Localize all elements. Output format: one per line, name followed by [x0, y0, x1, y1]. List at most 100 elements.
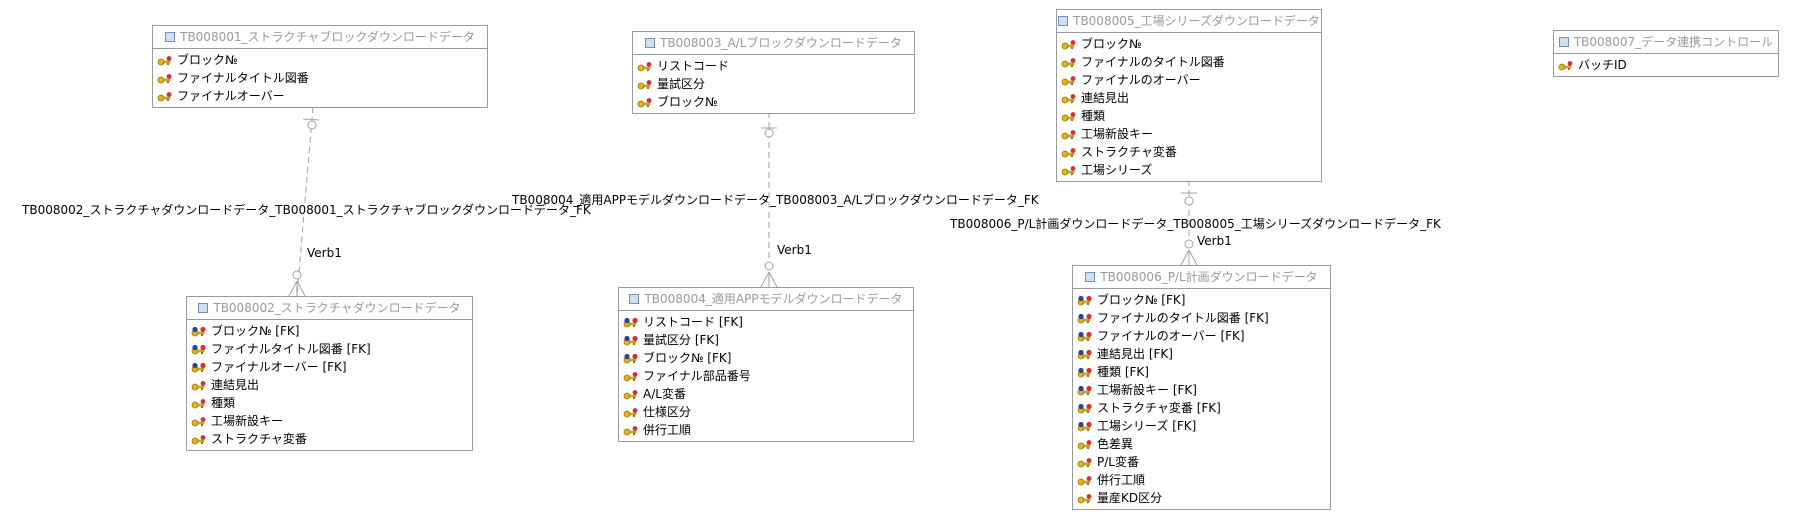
attribute-row[interactable]: 併行工順 [623, 421, 913, 439]
table-icon [1085, 271, 1096, 282]
attribute-row[interactable]: P/L変番 [1077, 453, 1330, 471]
foreign-key-icon [1077, 366, 1093, 378]
primary-key-icon [1061, 164, 1077, 176]
attribute-row[interactable]: ファイナルタイトル図番 [157, 69, 487, 87]
attribute-name: 連結見出 [FK] [1097, 347, 1173, 361]
primary-key-icon [623, 424, 639, 436]
primary-key-icon [1061, 38, 1077, 50]
attribute-row[interactable]: ファイナルのタイトル図番 [1061, 53, 1321, 71]
attribute-row[interactable]: 色差異 [1077, 435, 1330, 453]
entity-tb008005[interactable]: TB008005_工場シリーズダウンロードデータ ブロック№ ファイナルのタイトル… [1056, 9, 1322, 182]
attribute-name: 工場新設キー [1081, 127, 1154, 141]
attribute-name: 連結見出 [1081, 91, 1130, 105]
attribute-row[interactable]: ファイナルオーバー [157, 87, 487, 105]
attribute-row[interactable]: 連結見出 [191, 376, 472, 394]
foreign-key-icon [1077, 294, 1093, 306]
attribute-row[interactable]: ファイナルのタイトル図番 [FK] [1077, 309, 1330, 327]
primary-key-icon [1061, 110, 1077, 122]
attribute-row[interactable]: ストラクチャ変番 [1061, 143, 1321, 161]
attribute-row[interactable]: ブロック№ [1061, 35, 1321, 53]
attribute-name: A/L変番 [643, 387, 686, 401]
attribute-row[interactable]: ブロック№ [157, 51, 487, 69]
attribute-row[interactable]: ファイナルのオーバー [1061, 71, 1321, 89]
primary-key-icon [1077, 492, 1093, 504]
primary-key-icon [157, 54, 173, 66]
attribute-row[interactable]: 工場新設キー [FK] [1077, 381, 1330, 399]
primary-key-icon [191, 415, 207, 427]
attribute-row[interactable]: 併行工順 [1077, 471, 1330, 489]
optional-marker-child-r3 [1184, 239, 1194, 249]
primary-key-icon [637, 96, 653, 108]
primary-key-icon [1077, 456, 1093, 468]
table-icon [629, 293, 640, 304]
foreign-key-icon [191, 343, 207, 355]
attribute-name: 量試区分 [FK] [643, 333, 719, 347]
entity-tb008007[interactable]: TB008007_データ連携コントロール バッチID [1553, 30, 1779, 77]
attribute-name: バッチID [1578, 58, 1627, 72]
entity-header: TB008001_ストラクチャブロックダウンロードデータ [153, 26, 487, 49]
entity-tb008004[interactable]: TB008004_適用APPモデルダウンロードデータ リストコード [FK] 量試… [618, 287, 914, 442]
attribute-row[interactable]: ブロック№ [FK] [1077, 291, 1330, 309]
entity-tb008002[interactable]: TB008002_ストラクチャダウンロードデータ ブロック№ [FK] ファイナル… [186, 296, 473, 451]
foreign-key-icon [623, 316, 639, 328]
attribute-row[interactable]: 仕様区分 [623, 403, 913, 421]
attribute-row[interactable]: バッチID [1558, 56, 1778, 74]
primary-key-icon [1077, 438, 1093, 450]
attribute-name: ファイナル部品番号 [643, 369, 751, 383]
entity-tb008006[interactable]: TB008006_P/L計画ダウンロードデータ ブロック№ [FK] ファイナルの… [1072, 265, 1331, 510]
relationship-label-r2[interactable]: TB008004_適用APPモデルダウンロードデータ_TB008003_A/Lブ… [512, 191, 1039, 208]
entity-title: TB008002_ストラクチャダウンロードデータ [213, 301, 461, 315]
attribute-name: 種類 [FK] [1097, 365, 1149, 379]
attribute-name: ストラクチャ変番 [211, 432, 307, 446]
attribute-name: 仕様区分 [643, 405, 692, 419]
primary-key-icon [623, 370, 639, 382]
attribute-row[interactable]: 連結見出 [1061, 89, 1321, 107]
attribute-name: ファイナルのタイトル図番 [FK] [1097, 311, 1269, 325]
attribute-row[interactable]: 工場シリーズ [1061, 161, 1321, 179]
attribute-row[interactable]: 工場シリーズ [FK] [1077, 417, 1330, 435]
primary-key-icon [191, 433, 207, 445]
attribute-row[interactable]: ファイナルのオーバー [FK] [1077, 327, 1330, 345]
attribute-name: ブロック№ [657, 95, 718, 109]
attribute-row[interactable]: 種類 [191, 394, 472, 412]
attribute-row[interactable]: ストラクチャ変番 [FK] [1077, 399, 1330, 417]
attribute-row[interactable]: ブロック№ [637, 93, 914, 111]
attribute-row[interactable]: 種類 [1061, 107, 1321, 125]
foreign-key-icon [1077, 420, 1093, 432]
attribute-list: リストコード 量試区分ブロック№ [633, 55, 914, 113]
attribute-row[interactable]: ストラクチャ変番 [191, 430, 472, 448]
attribute-row[interactable]: ファイナルオーバー [FK] [191, 358, 472, 376]
entity-tb008003[interactable]: TB008003_A/Lブロックダウンロードデータ リストコード 量試区分ブロック… [632, 31, 915, 114]
attribute-row[interactable]: リストコード [637, 57, 914, 75]
attribute-row[interactable]: ファイナル部品番号 [623, 367, 913, 385]
attribute-row[interactable]: ファイナルタイトル図番 [FK] [191, 340, 472, 358]
attribute-name: ファイナルタイトル図番 [177, 71, 309, 85]
attribute-row[interactable]: 種類 [FK] [1077, 363, 1330, 381]
relationship-label-r1[interactable]: TB008002_ストラクチャダウンロードデータ_TB008001_ストラクチャ… [22, 201, 591, 218]
attribute-row[interactable]: 量試区分 [FK] [623, 331, 913, 349]
attribute-name: ファイナルオーバー [FK] [211, 360, 347, 374]
attribute-row[interactable]: 量産KD区分 [1077, 489, 1330, 507]
foreign-key-icon [1077, 312, 1093, 324]
attribute-row[interactable]: ブロック№ [FK] [191, 322, 472, 340]
relationship-label-r3[interactable]: TB008006_P/L計画ダウンロードデータ_TB008005_工場シリーズダ… [950, 215, 1441, 232]
table-icon [1058, 15, 1069, 26]
attribute-name: 種類 [211, 396, 236, 410]
attribute-row[interactable]: 工場新設キー [1061, 125, 1321, 143]
primary-key-icon [1061, 74, 1077, 86]
attribute-name: ブロック№ [FK] [211, 324, 300, 338]
entity-tb008001[interactable]: TB008001_ストラクチャブロックダウンロードデータ ブロック№ ファイナルタ… [152, 25, 488, 108]
attribute-row[interactable]: A/L変番 [623, 385, 913, 403]
entity-header: TB008006_P/L計画ダウンロードデータ [1073, 266, 1330, 289]
table-icon [645, 37, 656, 48]
entity-title: TB008004_適用APPモデルダウンロードデータ [644, 292, 903, 306]
crowfoot-r3 [1180, 249, 1198, 266]
attribute-row[interactable]: 量試区分 [637, 75, 914, 93]
attribute-row[interactable]: 連結見出 [FK] [1077, 345, 1330, 363]
attribute-row[interactable]: 工場新設キー [191, 412, 472, 430]
entity-title: TB008003_A/Lブロックダウンロードデータ [660, 36, 902, 50]
primary-key-icon [191, 397, 207, 409]
attribute-row[interactable]: ブロック№ [FK] [623, 349, 913, 367]
attribute-row[interactable]: リストコード [FK] [623, 313, 913, 331]
foreign-key-icon [191, 361, 207, 373]
